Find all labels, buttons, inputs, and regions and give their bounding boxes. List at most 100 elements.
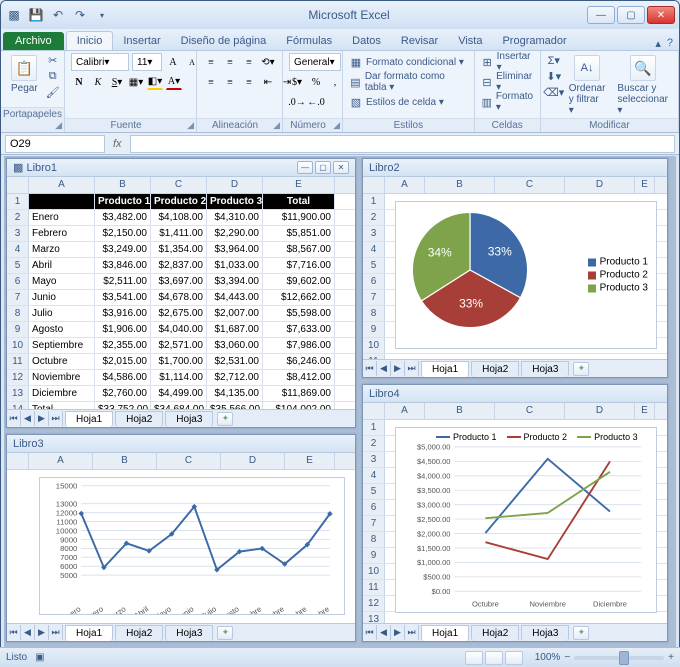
sheet-tab[interactable]: Hoja2 [115,625,163,641]
align-middle-icon[interactable]: ≡ [222,54,238,70]
decrease-decimal-icon[interactable]: ←.0 [308,94,324,110]
sheet-tab[interactable]: Hoja2 [115,411,163,427]
align-bottom-icon[interactable]: ≡ [241,54,257,70]
align-center-icon[interactable]: ≡ [222,74,238,90]
fill-icon[interactable]: ⬇▾ [547,69,561,83]
dialog-launcher-icon[interactable]: ◢ [187,120,194,131]
spreadsheet-grid[interactable]: A B C D E 1234567891011 33%33%34% Produc… [363,177,667,359]
orientation-icon[interactable]: ⟲▾ [260,54,276,70]
find-select-button[interactable]: 🔍 Buscar y seleccionar ▾ [613,53,672,118]
minimize-ribbon-icon[interactable]: ▴ [655,37,661,50]
name-box[interactable]: O29 [5,135,105,153]
macro-record-icon[interactable]: ▣ [35,652,44,663]
zoom-slider[interactable] [574,656,664,660]
format-painter-icon[interactable]: 🖌 [46,85,60,99]
conditional-format-button[interactable]: ▦Formato condicional ▾ [349,53,468,71]
undo-icon[interactable]: ↶ [49,6,67,24]
pie-chart[interactable]: 33%33%34% Producto 1Producto 2Producto 3 [395,201,657,349]
sheet-nav[interactable]: ⏮◀▶⏭ [363,361,419,376]
insert-cells-button[interactable]: ⊞Insertar ▾ [481,53,535,71]
tab-inicio[interactable]: Inicio [66,31,114,50]
cut-icon[interactable]: ✂ [46,53,60,67]
close-button[interactable]: ✕ [647,6,675,24]
sheet-tab[interactable]: Hoja1 [421,625,469,641]
sheet-tab[interactable]: Hoja1 [421,361,469,377]
font-size-select[interactable]: 11 ▾ [132,53,162,71]
zoom-level[interactable]: 100% [535,652,561,663]
font-color-icon[interactable]: A▾ [166,74,182,90]
minimize-button[interactable]: — [587,6,615,24]
qat-more-icon[interactable]: ▾ [93,6,111,24]
format-as-table-button[interactable]: ▤Dar formato como tabla ▾ [349,73,468,91]
new-sheet-button[interactable]: ✦ [573,362,589,376]
tab-datos[interactable]: Datos [342,32,391,50]
border-icon[interactable]: ▦▾ [128,74,144,90]
italic-button[interactable]: K [90,74,106,90]
number-format-select[interactable]: General ▾ [289,53,341,71]
tab-revisar[interactable]: Revisar [391,32,448,50]
new-sheet-button[interactable]: ✦ [217,412,233,426]
sheet-nav[interactable]: ⏮◀▶⏭ [7,625,63,640]
copy-icon[interactable]: ⧉ [46,69,60,83]
tab-diseno[interactable]: Diseño de página [171,32,277,50]
fill-color-icon[interactable]: ◧▾ [147,74,163,90]
font-name-select[interactable]: Calibri ▾ [71,53,129,71]
spreadsheet-grid[interactable]: A B C D E 500060007000800090001000011000… [7,453,355,623]
sheet-tab[interactable]: Hoja2 [471,361,519,377]
help-icon[interactable]: ? [667,37,673,50]
child-minimize-button[interactable]: — [297,161,313,174]
child-close-button[interactable]: ✕ [333,161,349,174]
file-tab[interactable]: Archivo [3,32,64,50]
zoom-in-button[interactable]: + [668,652,674,663]
multi-line-chart[interactable]: Producto 1Producto 2Producto 3 $0.00$500… [395,427,657,613]
sheet-nav[interactable]: ⏮◀▶⏭ [363,625,419,640]
comma-icon[interactable]: , [327,74,343,90]
sheet-tab[interactable]: Hoja1 [65,625,113,641]
sheet-tab[interactable]: Hoja3 [521,625,569,641]
sheet-tab[interactable]: Hoja3 [165,625,213,641]
child-maximize-button[interactable]: ▢ [315,161,331,174]
sheet-nav[interactable]: ⏮◀▶⏭ [7,411,63,426]
new-sheet-button[interactable]: ✦ [217,626,233,640]
percent-icon[interactable]: % [308,74,324,90]
currency-icon[interactable]: $▾ [289,74,305,90]
dialog-launcher-icon[interactable]: ◢ [333,120,340,131]
spreadsheet-grid[interactable]: ABCDE1Producto 1Producto 2Producto 3Tota… [7,177,355,409]
delete-cells-button[interactable]: ⊟Eliminar ▾ [481,73,535,91]
fx-icon[interactable]: fx [109,138,126,150]
cell-styles-button[interactable]: ▧Estilos de celda ▾ [349,93,468,111]
align-right-icon[interactable]: ≡ [241,74,257,90]
view-buttons[interactable] [465,651,523,665]
redo-icon[interactable]: ↷ [71,6,89,24]
dialog-launcher-icon[interactable]: ◢ [55,120,62,131]
tab-programador[interactable]: Programador [492,32,576,50]
spreadsheet-grid[interactable]: A B C D E 12345678910111213141516 Produc… [363,403,667,623]
increase-decimal-icon[interactable]: .0→ [289,94,305,110]
underline-button[interactable]: S▾ [109,74,125,90]
tab-vista[interactable]: Vista [448,32,492,50]
tab-insertar[interactable]: Insertar [113,32,170,50]
sheet-tab[interactable]: Hoja1 [65,411,113,427]
tab-formulas[interactable]: Fórmulas [276,32,342,50]
maximize-button[interactable]: ▢ [617,6,645,24]
formula-input[interactable] [130,135,675,153]
dialog-launcher-icon[interactable]: ◢ [273,120,280,131]
sort-filter-button[interactable]: A↓ Ordenar y filtrar ▾ [565,53,610,118]
indent-dec-icon[interactable]: ⇤ [260,74,276,90]
align-top-icon[interactable]: ≡ [203,54,219,70]
workbook-window-libro2: Libro2 A B C D E 1234567891011 33%33%34%… [362,158,668,378]
zoom-out-button[interactable]: − [564,652,570,663]
sheet-tab[interactable]: Hoja3 [165,411,213,427]
clear-icon[interactable]: ⌫▾ [547,85,561,99]
new-sheet-button[interactable]: ✦ [573,626,589,640]
format-cells-button[interactable]: ▥Formato ▾ [481,93,535,111]
line-chart[interactable]: 5000600070008000900010000110001200013000… [39,477,345,615]
save-icon[interactable]: 💾 [27,6,45,24]
sheet-tab[interactable]: Hoja3 [521,361,569,377]
sheet-tab[interactable]: Hoja2 [471,625,519,641]
paste-button[interactable]: 📋 Pegar [7,53,42,96]
autosum-icon[interactable]: Σ▾ [547,53,561,67]
increase-font-icon[interactable]: A [165,54,181,70]
bold-button[interactable]: N [71,74,87,90]
align-left-icon[interactable]: ≡ [203,74,219,90]
